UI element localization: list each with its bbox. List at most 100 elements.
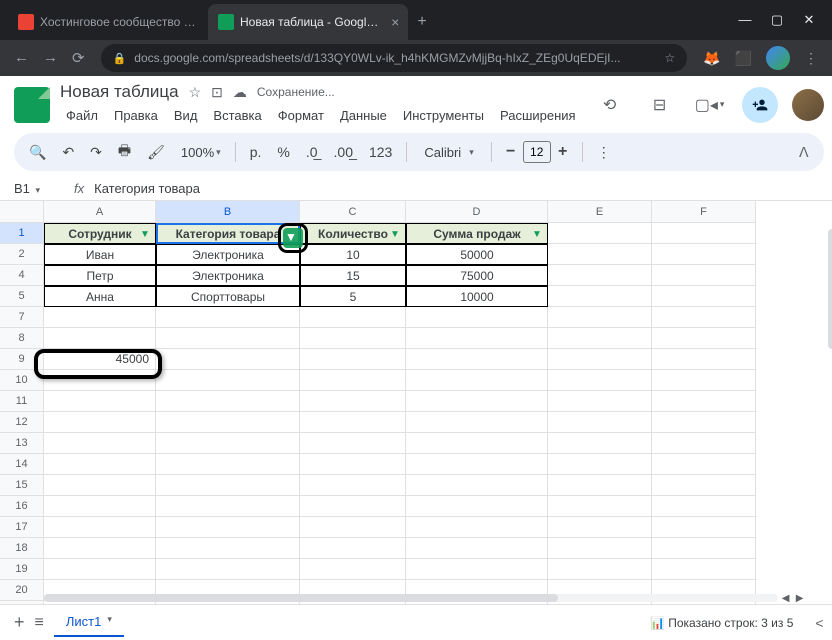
cell[interactable] [300,475,406,496]
cell[interactable] [652,370,756,391]
explore-icon[interactable]: < [815,615,823,631]
row-header[interactable]: 12 [0,412,44,433]
cell[interactable] [300,307,406,328]
cell[interactable]: Спорттовары [156,286,300,307]
cell[interactable] [406,412,548,433]
all-sheets-button[interactable]: ≡ [35,614,44,632]
star-icon[interactable]: ☆ [664,51,675,65]
scroll-right-icon[interactable]: ▶ [794,593,806,604]
cell[interactable] [44,538,156,559]
cell-ref[interactable]: B1 ▾ [14,181,64,196]
cell[interactable]: Петр [44,265,156,286]
cell[interactable] [652,265,756,286]
cell[interactable]: 50000 [406,244,548,265]
cell[interactable] [406,370,548,391]
row-header[interactable]: 18 [0,538,44,559]
cell[interactable] [652,223,756,244]
cell[interactable] [652,433,756,454]
cell[interactable] [156,412,300,433]
cell[interactable]: 75000 [406,265,548,286]
row-header[interactable]: 15 [0,475,44,496]
cell[interactable] [156,307,300,328]
vertical-scrollbar[interactable] [828,229,832,349]
cell[interactable] [300,454,406,475]
header-cell[interactable]: Сумма продаж▼ [406,223,548,244]
cell[interactable] [406,391,548,412]
row-header[interactable]: 8 [0,328,44,349]
cell[interactable] [406,328,548,349]
cell[interactable] [406,307,548,328]
cell[interactable] [156,517,300,538]
cell[interactable] [44,391,156,412]
cell[interactable] [300,328,406,349]
cell[interactable] [300,391,406,412]
url-input[interactable]: 🔒 docs.google.com/spreadsheets/d/133QY0W… [101,44,688,72]
ext-icon[interactable]: 🦊 [703,50,720,67]
cell[interactable] [652,517,756,538]
cell[interactable] [406,496,548,517]
cell[interactable]: Электроника [156,265,300,286]
cell[interactable] [44,475,156,496]
cell[interactable] [652,538,756,559]
col-header[interactable]: F [652,201,756,223]
cell[interactable]: Анна [44,286,156,307]
cell[interactable] [548,538,652,559]
row-header[interactable]: 16 [0,496,44,517]
cell[interactable] [156,475,300,496]
menu-format[interactable]: Формат [272,104,330,127]
cell[interactable] [300,559,406,580]
meet-icon[interactable]: ▢◂▾ [692,87,728,123]
inc-decimal-button[interactable]: .00̲ [329,140,358,164]
cell[interactable] [44,307,156,328]
cell[interactable] [44,412,156,433]
filter-icon[interactable]: ▼ [138,227,152,241]
cell[interactable] [300,517,406,538]
cell[interactable] [548,559,652,580]
sheet-tab[interactable]: Лист1▾ [54,608,124,637]
cell[interactable] [652,307,756,328]
select-all-corner[interactable] [0,201,44,223]
add-sheet-button[interactable]: + [14,612,25,633]
row-header[interactable]: 20 [0,580,44,601]
forward-icon[interactable]: → [43,49,58,67]
menu-icon[interactable]: ⋮ [804,50,818,67]
print-icon[interactable]: 🖶 [113,136,136,168]
dec-decimal-button[interactable]: .0̲ [301,140,323,164]
percent-button[interactable]: % [272,140,294,164]
cloud-icon[interactable]: ☁ [233,84,247,101]
cell[interactable] [44,433,156,454]
zoom-select[interactable]: 100%▾ [176,141,226,164]
cell[interactable] [652,454,756,475]
cell[interactable]: Электроника [156,244,300,265]
cell[interactable] [652,559,756,580]
cell[interactable] [652,244,756,265]
share-button[interactable] [742,87,778,123]
cell[interactable] [44,328,156,349]
cell[interactable] [406,349,548,370]
cell[interactable] [548,454,652,475]
row-header[interactable]: 11 [0,391,44,412]
row-header[interactable]: 2 [0,244,44,265]
cell[interactable] [44,496,156,517]
cell[interactable] [300,412,406,433]
cell[interactable] [548,412,652,433]
cell[interactable]: 45000 [44,349,156,370]
star-icon[interactable]: ☆ [189,84,202,101]
filter-icon[interactable]: ▼ [530,227,544,241]
col-header[interactable]: D [406,201,548,223]
scroll-left-icon[interactable]: ◀ [780,593,792,604]
profile-avatar[interactable] [766,46,790,70]
collapse-toolbar-icon[interactable]: ᐱ [794,140,814,165]
menu-data[interactable]: Данные [334,104,393,127]
cell[interactable] [156,496,300,517]
cell[interactable] [156,391,300,412]
cell[interactable] [44,370,156,391]
row-header[interactable]: 7 [0,307,44,328]
browser-tab[interactable]: Хостинговое сообщество «Tin [8,4,208,40]
cell[interactable] [548,244,652,265]
cell[interactable] [406,559,548,580]
font-select[interactable]: Calibri▾ [416,145,481,160]
row-header[interactable]: 4 [0,265,44,286]
paint-icon[interactable]: 🖌 [142,140,170,165]
search-icon[interactable]: 🔍 [24,140,51,165]
